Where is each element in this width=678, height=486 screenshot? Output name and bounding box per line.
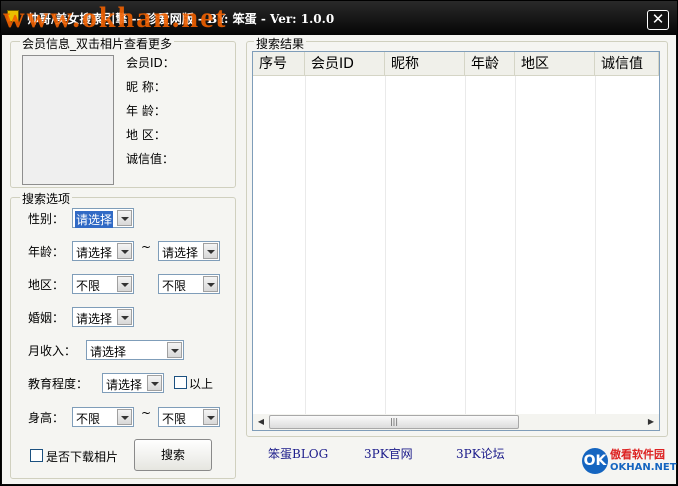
- member-info-title: 会员信息_双击相片查看更多: [20, 35, 175, 52]
- age-label: 年龄：: [28, 245, 65, 259]
- chevron-down-icon[interactable]: [203, 243, 218, 259]
- scroll-thumb[interactable]: |||: [269, 415, 519, 429]
- age-to-select[interactable]: 请选择: [158, 241, 220, 261]
- grid-line: [595, 76, 596, 414]
- scroll-left-icon[interactable]: ◀: [253, 414, 269, 430]
- chevron-down-icon[interactable]: [117, 210, 132, 226]
- grid-line: [465, 76, 466, 414]
- region-label: 地区：: [28, 278, 65, 292]
- gender-label: 性别：: [28, 212, 65, 226]
- age-from-select[interactable]: 请选择: [72, 241, 134, 261]
- main-window: 帅哥/美女搜索引擎 -- 珍爱网版 - BY: 笨蛋 - Ver: 1.0.0 …: [0, 0, 678, 486]
- results-list[interactable]: 序号 会员ID 昵称 年龄 地区 诚信值 ◀ ||| ▶: [252, 51, 660, 431]
- download-photos-checkbox[interactable]: [30, 449, 43, 462]
- chevron-down-icon[interactable]: [117, 276, 132, 292]
- member-photo[interactable]: [22, 55, 114, 185]
- title-bar[interactable]: 帅哥/美女搜索引擎 -- 珍爱网版 - BY: 笨蛋 - Ver: 1.0.0 …: [1, 1, 677, 35]
- age-range-separator: ~: [141, 240, 152, 254]
- credit-label: 诚信值：: [126, 152, 175, 166]
- logo-mark: OK: [582, 448, 608, 474]
- height-from-select[interactable]: 不限: [72, 407, 134, 427]
- education-select[interactable]: 请选择: [102, 373, 164, 393]
- region-province-value: 不限: [76, 279, 101, 293]
- height-to-select[interactable]: 不限: [158, 407, 220, 427]
- marriage-select[interactable]: 请选择: [72, 307, 134, 327]
- height-range-separator: ~: [141, 406, 152, 420]
- grid-line: [515, 76, 516, 414]
- height-to-value: 不限: [162, 412, 187, 426]
- link-3pk-official[interactable]: 3PK官网: [364, 445, 413, 462]
- height-label: 身高：: [28, 411, 65, 425]
- watermark-text: www.okhan.net: [3, 1, 228, 34]
- column-header-nickname[interactable]: 昵称: [385, 52, 465, 76]
- column-header-index[interactable]: 序号: [253, 52, 305, 76]
- column-header-age[interactable]: 年龄: [465, 52, 515, 76]
- search-button[interactable]: 搜索: [134, 439, 212, 471]
- results-header: 序号 会员ID 昵称 年龄 地区 诚信值: [253, 52, 659, 76]
- income-select[interactable]: 请选择: [86, 340, 184, 360]
- income-label: 月收入：: [28, 344, 77, 358]
- education-above-label: 以上: [189, 377, 214, 391]
- region-city-select[interactable]: 不限: [158, 274, 220, 294]
- age-info-label: 年 龄：: [126, 104, 166, 118]
- education-value: 请选择: [106, 378, 143, 392]
- column-header-member-id[interactable]: 会员ID: [305, 52, 385, 76]
- chevron-down-icon[interactable]: [117, 409, 132, 425]
- search-options-group: [10, 197, 236, 479]
- close-button[interactable]: ✕: [647, 10, 669, 30]
- chevron-down-icon[interactable]: [203, 409, 218, 425]
- grid-line: [385, 76, 386, 414]
- grid-line: [305, 76, 306, 414]
- results-title: 搜索结果: [254, 35, 307, 52]
- gender-value: 请选择: [75, 211, 114, 228]
- age-to-value: 请选择: [162, 246, 199, 260]
- client-area: 会员信息_双击相片查看更多 会员ID： 昵 称： 年 龄： 地 区： 诚信值： …: [2, 35, 677, 484]
- okhan-logo: OK 傲看软件园 OKHAN.NET: [582, 444, 677, 478]
- column-header-credit[interactable]: 诚信值: [595, 52, 659, 76]
- chevron-down-icon[interactable]: [167, 342, 182, 358]
- chevron-down-icon[interactable]: [147, 375, 162, 391]
- horizontal-scrollbar[interactable]: ◀ ||| ▶: [253, 414, 659, 430]
- region-province-select[interactable]: 不限: [72, 274, 134, 294]
- region-city-value: 不限: [162, 279, 187, 293]
- column-header-region[interactable]: 地区: [515, 52, 595, 76]
- chevron-down-icon[interactable]: [203, 276, 218, 292]
- height-from-value: 不限: [76, 412, 101, 426]
- income-value: 请选择: [90, 345, 127, 359]
- education-label: 教育程度：: [28, 377, 89, 391]
- region-info-label: 地 区：: [126, 128, 166, 142]
- age-from-value: 请选择: [76, 246, 113, 260]
- chevron-down-icon[interactable]: [117, 243, 132, 259]
- member-id-label: 会员ID：: [126, 56, 175, 70]
- link-blog[interactable]: 笨蛋BLOG: [268, 445, 328, 462]
- logo-text-top: 傲看软件园: [610, 448, 665, 461]
- education-above-checkbox[interactable]: [174, 376, 187, 389]
- download-photos-label: 是否下载相片: [46, 450, 119, 464]
- nickname-label: 昵 称：: [126, 80, 166, 94]
- gender-select[interactable]: 请选择: [72, 208, 134, 228]
- scroll-right-icon[interactable]: ▶: [643, 414, 659, 430]
- marriage-value: 请选择: [76, 312, 113, 326]
- marriage-label: 婚姻：: [28, 311, 65, 325]
- link-3pk-forum[interactable]: 3PK论坛: [456, 445, 505, 462]
- logo-text-bottom: OKHAN.NET: [610, 462, 677, 473]
- chevron-down-icon[interactable]: [117, 309, 132, 325]
- search-options-title: 搜索选项: [20, 190, 73, 207]
